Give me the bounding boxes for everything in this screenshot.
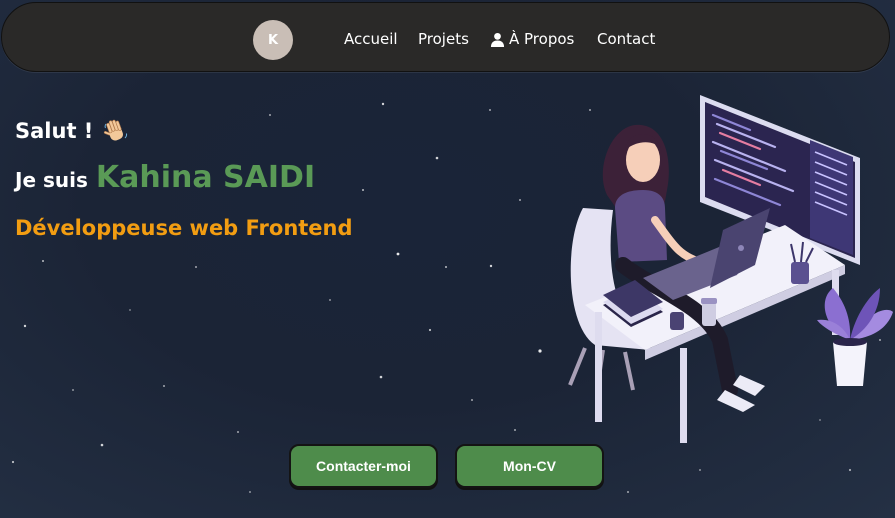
intro-prefix: Je suis [15,168,88,192]
greeting-line: Salut ! [15,118,129,144]
nav-link-projets[interactable]: Projets [418,30,469,48]
intro-line: Je suis Kahina SAIDI [15,160,315,195]
nav-link-a-propos-label: À Propos [509,30,575,48]
nav-link-a-propos[interactable]: À Propos [490,30,574,48]
nav-link-accueil[interactable]: Accueil [344,30,398,48]
developer-at-desk-illustration [568,95,893,443]
plant-illustration [817,288,893,386]
user-icon [490,32,505,47]
greeting-text: Salut ! [15,119,94,143]
cv-button[interactable]: Mon-CV [455,444,604,488]
logo-avatar[interactable]: K [253,20,293,60]
nav-link-contact[interactable]: Contact [597,30,655,48]
waving-hand-icon [104,119,128,141]
contact-me-button[interactable]: Contacter-moi [289,444,438,488]
job-title: Développeuse web Frontend [15,216,353,240]
developer-name: Kahina SAIDI [95,160,316,195]
navbar: K Accueil Projets À Propos Contact [1,2,890,72]
logo-letter: K [267,32,279,48]
